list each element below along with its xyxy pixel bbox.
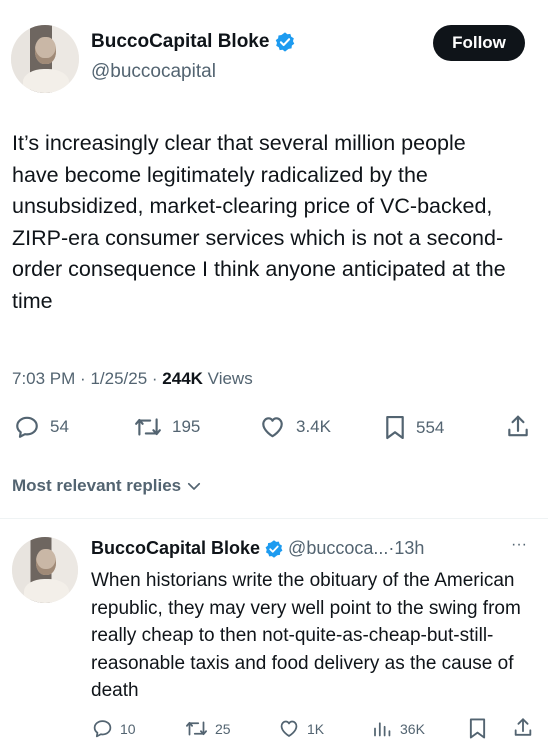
- reply-author-avatar[interactable]: [12, 537, 78, 603]
- views-chart-icon: [374, 722, 391, 737]
- reply-views-count: 36K: [400, 720, 425, 737]
- reply-bookmark-action[interactable]: [468, 717, 487, 740]
- bookmark-icon: [386, 415, 404, 440]
- repost-count: 195: [172, 417, 201, 436]
- reply-author-handle[interactable]: @buccoca...: [288, 538, 388, 559]
- reply-age[interactable]: 13h: [394, 538, 424, 559]
- views-count: 244K: [162, 369, 203, 388]
- share-action[interactable]: [505, 413, 531, 440]
- verified-badge-icon: [265, 539, 283, 558]
- author-avatar[interactable]: [11, 25, 79, 93]
- reply-views-action[interactable]: 36K: [371, 718, 425, 739]
- reply-text: When historians write the obituary of th…: [91, 570, 521, 701]
- chevron-down-icon: [188, 482, 201, 490]
- tweet-text: It’s increasingly clear that several mil…: [12, 131, 506, 313]
- tweet-meta: 7:03 PM · 1/25/25 · 244K Views: [12, 369, 253, 388]
- views-label: Views: [207, 369, 253, 388]
- reply-header: BuccoCapital Bloke @buccoca... · 13h: [91, 538, 425, 559]
- reply-sort-label: Most relevant replies: [12, 476, 182, 495]
- share-icon: [514, 718, 532, 736]
- share-icon: [508, 415, 528, 437]
- tweet-time[interactable]: 7:03 PM: [12, 369, 75, 388]
- reply-icon: [93, 720, 112, 738]
- author-handle[interactable]: @buccocapital: [91, 61, 216, 83]
- more-options-icon[interactable]: ···: [511, 536, 527, 554]
- section-divider: [0, 518, 548, 519]
- like-count: 3.4K: [296, 417, 331, 436]
- reply-repost-action[interactable]: 25: [185, 718, 231, 739]
- reply-like-action[interactable]: 1K: [278, 718, 324, 739]
- bookmark-action[interactable]: 554: [384, 414, 444, 441]
- reply-count: 54: [50, 417, 69, 436]
- reply-reply-action[interactable]: 10: [92, 718, 136, 739]
- reply-reply-count: 10: [120, 720, 136, 737]
- heart-icon: [280, 720, 298, 737]
- repost-icon: [135, 418, 161, 436]
- reply-like-count: 1K: [307, 720, 325, 737]
- heart-icon: [262, 417, 283, 438]
- repost-action[interactable]: 195: [134, 414, 200, 440]
- tweet-date[interactable]: 1/25/25: [90, 369, 147, 388]
- reply-sort-dropdown[interactable]: Most relevant replies: [12, 476, 203, 496]
- reply-repost-count: 25: [215, 720, 231, 737]
- author-name[interactable]: BuccoCapital Bloke: [91, 31, 269, 53]
- repost-icon: [186, 721, 207, 736]
- reply-action[interactable]: 54: [14, 414, 69, 440]
- like-action[interactable]: 3.4K: [259, 414, 331, 440]
- reply-author-name[interactable]: BuccoCapital Bloke: [91, 538, 260, 559]
- verified-badge-icon: [276, 32, 295, 52]
- bookmark-count: 554: [416, 417, 445, 437]
- reply-share-action[interactable]: [512, 716, 534, 739]
- follow-button[interactable]: Follow: [433, 25, 525, 61]
- reply-icon: [16, 416, 38, 438]
- bookmark-icon: [469, 718, 486, 739]
